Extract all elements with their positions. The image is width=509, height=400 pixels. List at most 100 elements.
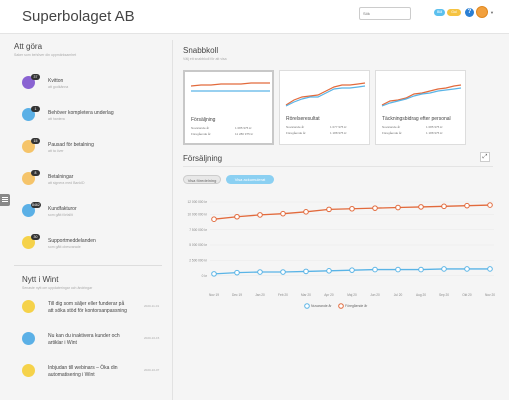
card-row-label: Nuvarande år <box>286 125 305 129</box>
news-subtitle: Senaste nytt om uppdateringar och ändrin… <box>22 286 93 290</box>
y-tick-label: 2 500 000 kr <box>189 259 208 263</box>
data-point <box>280 210 286 217</box>
data-point <box>234 213 240 220</box>
card-row-label: Föregående år <box>191 132 211 136</box>
card-row-value: 1 188 975 kr <box>330 131 347 135</box>
card-row-value: 1 188 975 kr <box>426 131 443 135</box>
data-point <box>441 266 447 272</box>
chevron-down-icon[interactable]: ▼ <box>490 10 494 15</box>
y-tick-label: 12 000 000 kr <box>188 200 208 204</box>
todo-item-paused-payment[interactable]: 15 Pausad för betalning att ta över <box>22 138 162 162</box>
card-row-label: Föregående år <box>286 131 306 135</box>
hamburger-icon <box>2 197 8 198</box>
todo-section: Att göra Saker som behöver din uppmärksa… <box>14 42 166 57</box>
section-divider <box>14 265 162 266</box>
snabbkoll-card-contribution-margin[interactable]: Täckningsbidrag efter personal Nuvarande… <box>375 70 466 145</box>
data-point <box>211 216 217 223</box>
todo-label: Betalningar <box>48 174 74 180</box>
news-text: Inbjudan till webinars – Öka din automat… <box>48 365 118 378</box>
sales-line-chart: 0 kr 2 500 000 kr 5 000 000 kr 7 500 000 kr… <box>188 200 495 309</box>
card-sparkline <box>285 82 366 107</box>
lightbulb-icon <box>22 300 35 313</box>
news-text: Till dig som säljer eller funderar på at… <box>48 301 127 314</box>
news-item[interactable]: Till dig som säljer eller funderar på at… <box>22 298 162 328</box>
snabbkoll-card-sales[interactable]: Försäljning Nuvarande år 1 085 975 kr Fö… <box>183 70 274 145</box>
card-row-label: Nuvarande år <box>382 125 401 129</box>
todo-label: Pausad för betalning <box>48 142 94 148</box>
x-tick-label: Maj 20 <box>347 293 357 297</box>
x-tick-label: Dec 19 <box>232 293 242 297</box>
todo-item-complete-documents[interactable]: 1 Behöver kompletera underlag att hanter… <box>22 106 162 130</box>
snabbkoll-title: Snabbkoll <box>183 46 219 55</box>
blue-status-pill[interactable]: Blå <box>434 9 445 16</box>
data-point <box>395 204 401 211</box>
card-title: Rörelseresultat <box>286 116 320 122</box>
top-bar: Superbolaget AB Blå Gul ? ▼ <box>0 0 509 34</box>
news-header: Nytt i Wint Senaste nytt om uppdateringa… <box>22 275 92 290</box>
avatar[interactable] <box>476 6 488 18</box>
news-text: Nu kan du inaktivera kunder och artiklar… <box>48 333 120 346</box>
todo-label: Supportmeddelanden <box>48 238 96 244</box>
data-point <box>349 205 355 212</box>
x-tick-label: Nov 19 <box>209 293 219 297</box>
legend-label: Föregående år <box>345 304 368 308</box>
yellow-status-pill[interactable]: Gul <box>447 9 461 16</box>
show-accumulated-button[interactable]: Visa ackumulerat <box>226 175 274 184</box>
data-point <box>372 266 378 273</box>
todo-sub: som gått förfallit <box>48 213 73 217</box>
data-point <box>464 202 470 209</box>
count-badge: 8462 <box>31 202 41 208</box>
todo-subtitle: Saker som behöver din uppmärksamhet <box>14 53 77 57</box>
expand-icon[interactable]: ⤢ <box>480 152 490 162</box>
legend-label: Nuvarande år <box>311 304 332 308</box>
data-point <box>487 202 493 208</box>
snabbkoll-card-operating-result[interactable]: Rörelseresultat Nuvarande år 1 077 975 k… <box>279 70 370 145</box>
news-date: 2020-10-07 <box>144 368 160 372</box>
legend-marker <box>304 303 310 309</box>
todo-item-customer-invoices[interactable]: 8462 Kundfakturor som gått förfallit <box>22 202 162 226</box>
todo-title: Att göra <box>14 42 43 51</box>
todo-sub: att godkänna <box>48 85 69 89</box>
data-point <box>257 269 263 275</box>
data-point <box>257 212 263 218</box>
news-title: Nytt i Wint <box>22 275 59 284</box>
count-badge: 8 <box>31 170 40 176</box>
todo-sub: att signera med BankID <box>48 181 85 185</box>
data-point <box>280 269 286 275</box>
y-tick-label: 7 500 000 kr <box>189 228 208 232</box>
legend-marker <box>338 303 344 309</box>
data-point <box>303 268 309 275</box>
data-point <box>234 269 240 276</box>
news-date: 2020-11-01 <box>144 304 160 308</box>
y-tick-label: 0 kr <box>202 274 208 278</box>
search-input[interactable] <box>359 7 411 20</box>
y-tick-label: 5 000 000 kr <box>189 243 208 247</box>
news-date: 2020-10-15 <box>144 336 160 340</box>
data-point <box>372 205 378 211</box>
x-tick-label: Jan 20 <box>255 293 265 297</box>
show-distribution-button[interactable]: Visa föredelning <box>183 175 221 184</box>
news-item[interactable]: Nu kan du inaktivera kunder och artiklar… <box>22 330 162 360</box>
document-icon <box>22 332 35 345</box>
count-badge: 1 <box>31 106 40 112</box>
todo-item-support-messages[interactable]: 30 Supportmeddelanden som gått obesvarad… <box>22 234 162 258</box>
card-title: Täckningsbidrag efter personal <box>382 116 451 122</box>
data-point <box>464 266 470 272</box>
data-point <box>326 268 332 274</box>
card-row-value: 1 085 975 kr <box>426 125 443 129</box>
data-point <box>326 206 332 213</box>
todo-sub: som gått obesvarade <box>48 245 81 249</box>
card-sparkline <box>381 84 462 107</box>
todo-item-payments[interactable]: 8 Betalningar att signera med BankID <box>22 170 162 194</box>
data-point <box>418 204 424 210</box>
x-tick-label: Jul 20 <box>394 293 403 297</box>
x-tick-label: Aug 20 <box>416 293 426 297</box>
news-item[interactable]: Inbjudan till webinars – Öka din automat… <box>22 362 162 392</box>
data-point <box>441 203 447 210</box>
todo-sub: att hantera <box>48 117 65 121</box>
card-row-value: 11 280 975 kr <box>235 132 254 136</box>
help-icon[interactable]: ? <box>465 8 474 17</box>
todo-label: Kundfakturor <box>48 206 77 212</box>
side-menu-toggle[interactable] <box>0 194 10 206</box>
todo-item-receipts[interactable]: 37 Kvitton att godkänna <box>22 74 162 98</box>
